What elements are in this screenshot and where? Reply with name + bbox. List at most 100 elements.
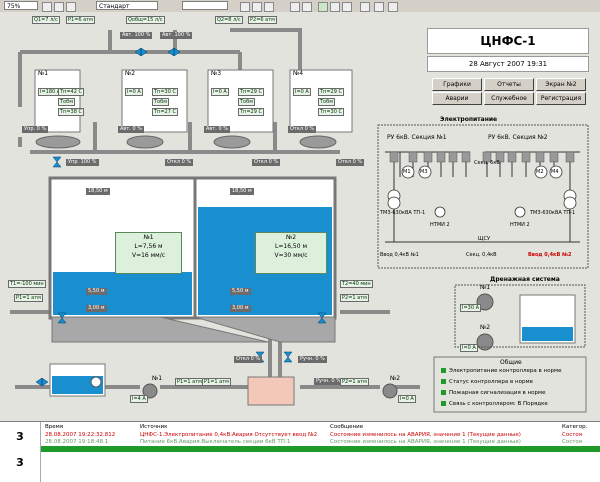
alarm-row-2-message[interactable]: Состояние изменилось на АВАРИЯ, значение…	[330, 439, 521, 445]
pump-2-id: №2	[125, 70, 136, 77]
ntmi-1: НТМИ 2	[430, 222, 450, 228]
pump-4-current: I=0 А	[293, 88, 311, 96]
bottom-pressure-a: P1=1 атм	[175, 378, 204, 386]
alarm-table: Время Источник Сообщение Категор. 3 28.0…	[0, 421, 600, 482]
transformer-1: ТМЗ-630кВА ТП-1	[380, 210, 426, 216]
tank-2-level: L=16,50 м	[275, 243, 307, 250]
datetime: 28 Август 2007 19:31	[427, 56, 589, 72]
drain-title: Дренажная система	[490, 276, 560, 283]
alarm-row-2-category[interactable]: Состоя	[562, 439, 582, 445]
valve-tag-2[interactable]: Авт. 0 %	[118, 126, 144, 133]
valve-tag-ruch1[interactable]: Ручн. 0 %	[298, 356, 327, 363]
reports-button[interactable]: Отчеты	[484, 78, 534, 91]
transformer-2: ТМЗ-630кВА ТП-1	[530, 210, 576, 216]
legend-item-fire: Пожарная сигнализация в норме	[441, 390, 546, 397]
home-icon[interactable]	[264, 2, 274, 12]
forward-icon[interactable]	[252, 2, 262, 12]
table-icon[interactable]	[342, 2, 352, 12]
flow-q1: Q1=7 л/с	[32, 16, 60, 24]
service-button[interactable]: Служебное	[484, 92, 534, 105]
pump-4-temp1: Tп=29 С	[318, 88, 344, 96]
tag-icon[interactable]	[318, 2, 328, 12]
flow-total: Qобщ=15 л/с	[126, 16, 165, 24]
tank-1-water	[53, 272, 192, 315]
zoom-select[interactable]: 75%	[4, 1, 38, 10]
refresh-icon[interactable]	[290, 2, 300, 12]
counter-column	[0, 422, 41, 482]
valve-tag-1[interactable]: Упр. 0 %	[22, 126, 49, 133]
col-source[interactable]: Источник	[140, 424, 167, 430]
pump-4-temp2: Tп=30 С	[318, 108, 344, 116]
alarm-row-1-time[interactable]: 28.08.2007 19:22:32.812	[45, 432, 115, 438]
tank-2-low: 3,00 м	[230, 305, 251, 312]
alarm-row-2-time[interactable]: 28.08.2007 19:18:48.1	[45, 439, 108, 445]
bottom-pump-1-id: №1	[152, 375, 163, 382]
bottom-pressure-b: P1=1 атм	[202, 378, 231, 386]
alarms-button[interactable]: Аварии	[432, 92, 482, 105]
export-icon[interactable]	[388, 2, 398, 12]
col-message[interactable]: Сообщение	[330, 424, 363, 430]
scada-mimic: Q1=7 л/с P1=6 атм Qобщ=15 л/с Q2=8 л/с P…	[0, 12, 600, 421]
drain-pump-1-id: №1	[480, 284, 491, 291]
valve-tag-4[interactable]: Откл 0 %	[288, 126, 317, 133]
pump-3-temp2: Tп=29 С	[238, 108, 264, 116]
sect-04kv: Секц. 0,4кВ	[466, 252, 497, 258]
pump-2-temp1: Tп=30 С	[152, 88, 178, 96]
valve-tag-otkl-res[interactable]: Откл 0 %	[234, 356, 263, 363]
layer-select[interactable]	[182, 1, 228, 10]
alarm-row-1-message[interactable]: Состояние изменилось на АВАРИЯ, значение…	[330, 432, 521, 438]
zoom-out-icon[interactable]	[54, 2, 64, 12]
valve-tag-otkl1[interactable]: Откл 0 %	[165, 159, 194, 166]
power-title: Электропитание	[440, 116, 498, 123]
valve-tag-otkl3[interactable]: Откл 0 %	[336, 159, 365, 166]
pan-icon[interactable]	[66, 2, 76, 12]
shu-label: ЩСУ	[478, 236, 491, 242]
bottom-pump-2-id: №2	[390, 375, 401, 382]
pump-1-temp2: Tп=38 С	[58, 108, 84, 116]
graphs-button[interactable]: Графики	[432, 78, 482, 91]
valve-tag-upr[interactable]: Упр. 100 %	[66, 159, 99, 166]
sect-6kv: Секц. 6кВ	[474, 160, 500, 166]
tank-1-id: №1	[143, 234, 154, 241]
reservoir	[247, 376, 295, 406]
drain-pump-2-current: I=0 А	[460, 344, 478, 352]
tank-1-level: L=7,56 м	[134, 243, 163, 250]
alarm-row-2-source[interactable]: Питание 6кВ.Авария.Выключатель секции 6к…	[140, 439, 290, 445]
legend-item-power: Электропитание контроллера в норме	[441, 368, 562, 375]
stop-icon[interactable]	[302, 2, 312, 12]
bottom-pump-2-current: I=0 А	[398, 395, 416, 403]
pump-1-winding: Тобм	[58, 98, 75, 106]
section-2-label: РУ 6кВ. Секция №2	[488, 134, 548, 141]
bottom-pressure-c: P2=1 атм	[340, 378, 369, 386]
col-time[interactable]: Время	[45, 424, 63, 430]
valve-tag-3[interactable]: Авт. 0 %	[204, 126, 230, 133]
zoom-in-icon[interactable]	[42, 2, 52, 12]
bottom-pump-1-current: I=4 А	[130, 395, 148, 403]
tank-1-time: T1=-100 мин	[8, 280, 46, 288]
registration-button[interactable]: Регистрация	[536, 92, 586, 105]
tank-2-pressure: P2=1 атм	[340, 294, 369, 302]
tank-2-volume: V=30 мм/с	[274, 252, 308, 259]
alarm-row-1-category[interactable]: Состоя	[562, 432, 582, 438]
section-1-label: РУ 6кВ. Секция №1	[387, 134, 447, 141]
trend-icon[interactable]	[330, 2, 340, 12]
status-bar	[40, 446, 600, 452]
tank-1-volume: V=16 мм/с	[131, 252, 166, 259]
save-icon[interactable]	[360, 2, 370, 12]
valve-tag-otkl2[interactable]: Откл 0 %	[252, 159, 281, 166]
pump-2-temp2: Tп=27 С	[152, 108, 178, 116]
print-icon[interactable]	[374, 2, 384, 12]
style-select[interactable]: Стандарт	[96, 1, 158, 10]
tank-2-info: №2 L=16,50 м V=30 мм/с	[255, 232, 327, 274]
back-icon[interactable]	[240, 2, 250, 12]
pump-2-current: I=0 А	[125, 88, 143, 96]
col-category[interactable]: Категор.	[562, 424, 587, 430]
valve-top-2[interactable]: Авт. 100 %	[160, 32, 193, 39]
alarm-row-1-source[interactable]: ЦНФС-1.Электропитание 0,4кВ.Авария Отсут…	[140, 432, 317, 438]
screen2-button[interactable]: Экран №2	[536, 78, 586, 91]
valve-top-1[interactable]: Авт. 100 %	[120, 32, 153, 39]
legend-item-link: Связь с контроллером: В Порядке	[441, 401, 548, 408]
drain-pump-2-id: №2	[480, 324, 491, 331]
valve-tag-ruch2[interactable]: Ручн. 0 %	[314, 378, 343, 385]
tank-1-pressure: P1=1 атм	[14, 294, 43, 302]
